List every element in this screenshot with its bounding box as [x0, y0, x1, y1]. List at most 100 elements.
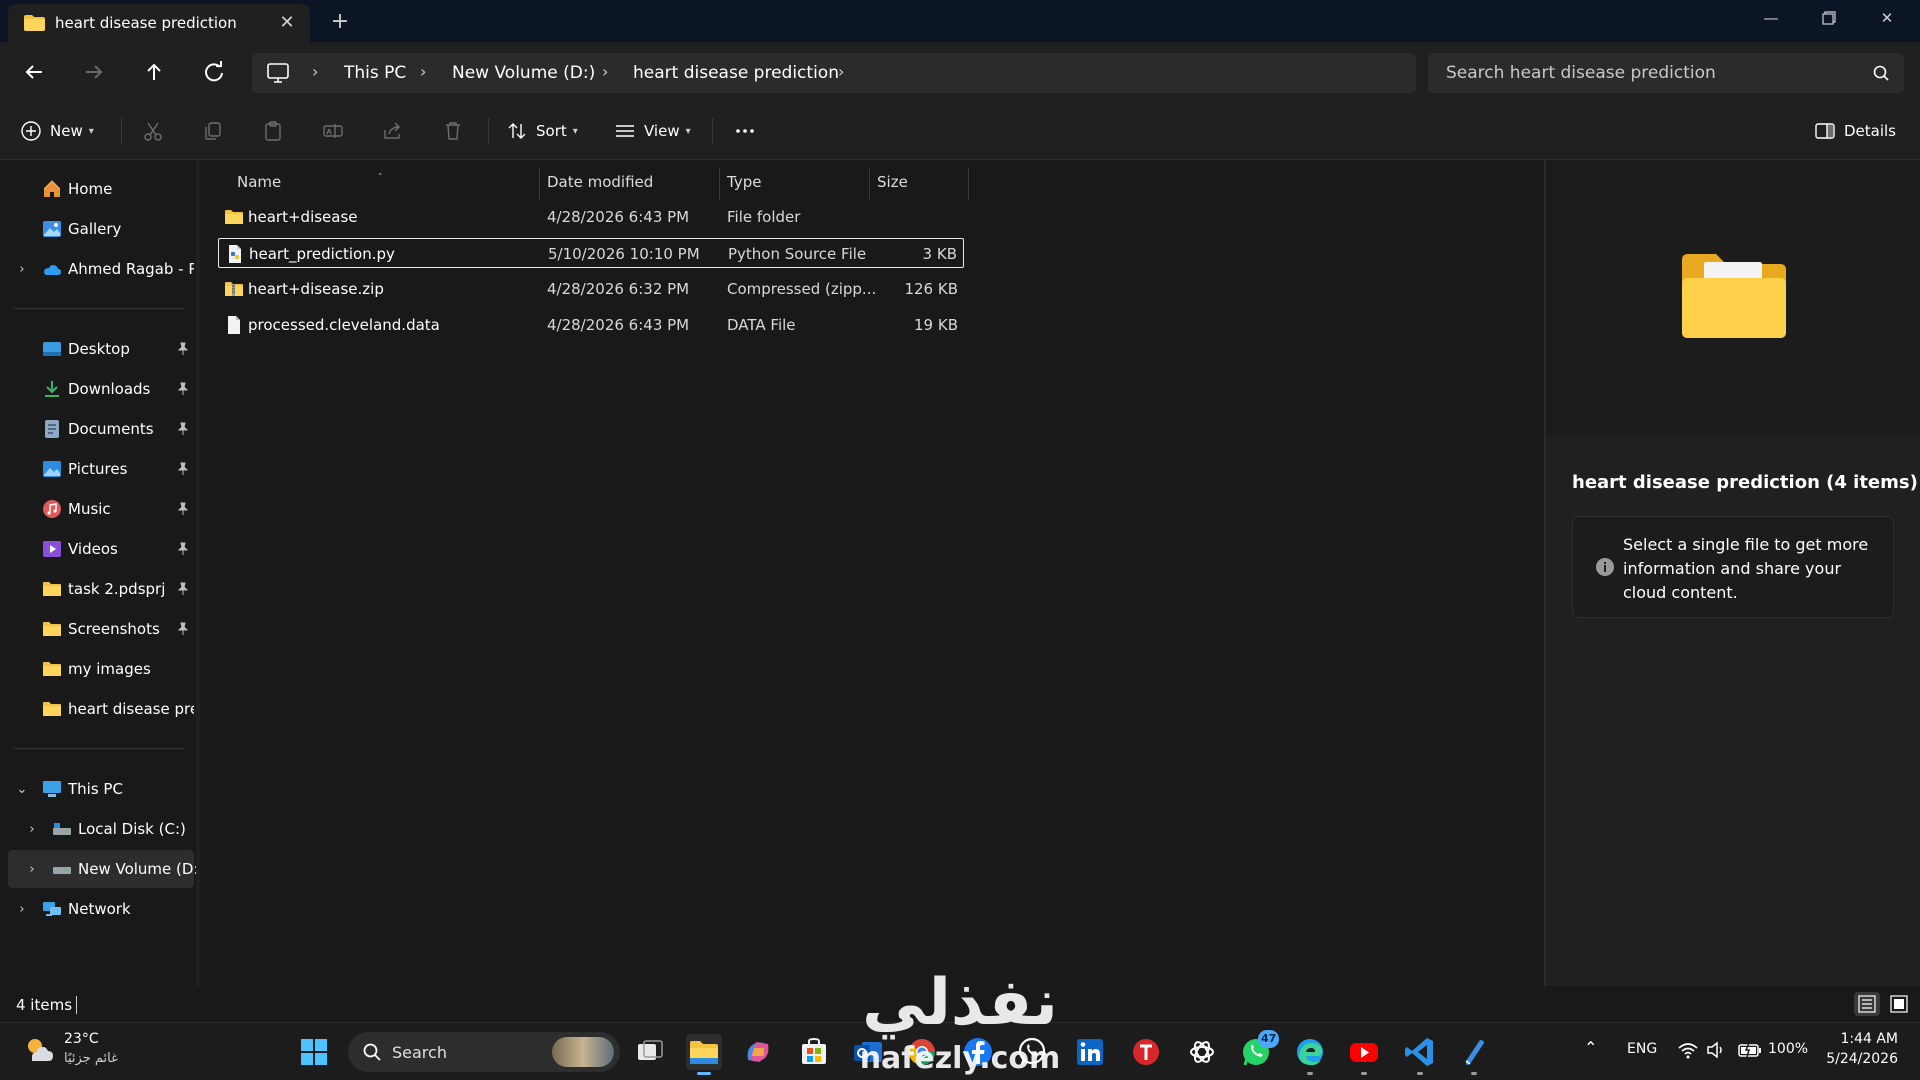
task-view-button[interactable]	[632, 1034, 668, 1070]
chevron-right-icon[interactable]: ›	[838, 62, 844, 81]
taskbar-chatgpt[interactable]	[1184, 1034, 1220, 1070]
volume-icon[interactable]	[1705, 1039, 1727, 1061]
clock-date[interactable]: 5/24/2026	[1818, 1051, 1898, 1067]
pin-icon[interactable]	[176, 622, 190, 636]
search-highlight-image[interactable]	[552, 1037, 614, 1067]
column-header-size[interactable]: Size	[877, 173, 908, 191]
file-row-heart-prediction-py[interactable]: heart_prediction.py 5/10/2026 10:10 PM P…	[218, 238, 964, 268]
column-divider[interactable]	[968, 168, 969, 200]
more-options-button[interactable]	[734, 116, 756, 146]
view-button[interactable]: View ▾	[614, 116, 691, 146]
sidebar-item-music[interactable]: Music	[0, 490, 196, 528]
details-pane-button[interactable]: Details	[1814, 116, 1896, 146]
back-button[interactable]	[18, 56, 50, 88]
details-view-button[interactable]	[1854, 992, 1880, 1016]
taskbar-search[interactable]: Search	[348, 1032, 620, 1072]
up-button[interactable]	[138, 56, 170, 88]
weather-condition[interactable]: غائم جزئيًا	[64, 1051, 118, 1066]
sidebar-item-videos[interactable]: Videos	[0, 530, 196, 568]
sidebar-item-new-volume-d[interactable]: › New Volume (D:)	[8, 850, 204, 888]
breadcrumb[interactable]: › This PC › New Volume (D:) › heart dise…	[252, 53, 1416, 93]
show-hidden-icons-button[interactable]: ⌃	[1584, 1038, 1597, 1057]
search-input[interactable]: Search heart disease prediction	[1428, 53, 1904, 93]
column-header-date-modified[interactable]: Date modified	[547, 173, 653, 191]
pin-icon[interactable]	[176, 542, 190, 556]
copy-button[interactable]	[202, 116, 224, 146]
taskbar-linkedin[interactable]	[1072, 1034, 1108, 1070]
sidebar-item-screenshots[interactable]: Screenshots	[0, 610, 196, 648]
sidebar-item-heart-disease-prediction[interactable]: heart disease prediction	[0, 690, 196, 728]
restore-button[interactable]	[1814, 6, 1844, 30]
breadcrumb-this-pc[interactable]: This PC	[344, 63, 406, 83]
pin-icon[interactable]	[176, 382, 190, 396]
delete-button[interactable]	[442, 116, 464, 146]
sidebar-item-desktop[interactable]: Desktop	[0, 330, 196, 368]
sidebar-item-pictures[interactable]: Pictures	[0, 450, 196, 488]
sidebar-item-onedrive[interactable]: › Ahmed Ragab - Personal	[0, 250, 196, 288]
large-icons-view-button[interactable]	[1886, 992, 1912, 1016]
sort-button[interactable]: Sort ▾	[506, 116, 578, 146]
column-divider[interactable]	[869, 168, 870, 200]
close-tab-button[interactable]: ✕	[276, 12, 298, 34]
column-header-type[interactable]: Type	[727, 173, 761, 191]
language-indicator[interactable]: ENG	[1627, 1041, 1657, 1057]
sidebar-item-local-disk-c[interactable]: › Local Disk (C:)	[0, 810, 196, 848]
sidebar-item-my-images[interactable]: my images	[0, 650, 196, 688]
battery-icon[interactable]	[1737, 1039, 1763, 1061]
taskbar-file-explorer[interactable]	[686, 1034, 722, 1075]
tab-heart-disease-prediction[interactable]: heart disease prediction ✕	[8, 4, 310, 42]
start-button[interactable]	[296, 1034, 332, 1070]
chevron-right-icon[interactable]: ›	[15, 902, 29, 917]
forward-button[interactable]	[78, 56, 110, 88]
taskbar-edge[interactable]	[1292, 1034, 1328, 1075]
refresh-button[interactable]	[198, 56, 230, 88]
clock-time[interactable]: 1:44 AM	[1838, 1031, 1898, 1047]
share-button[interactable]	[382, 116, 404, 146]
chevron-right-icon[interactable]: ›	[25, 862, 39, 877]
taskbar-pen-app[interactable]	[1456, 1034, 1492, 1075]
pin-icon[interactable]	[176, 582, 190, 596]
chevron-right-icon[interactable]: ›	[312, 62, 318, 81]
new-button[interactable]: New ▾	[20, 116, 94, 146]
sidebar-item-downloads[interactable]: Downloads	[0, 370, 196, 408]
sidebar-item-gallery[interactable]: Gallery	[0, 210, 196, 248]
column-divider[interactable]	[539, 168, 540, 200]
taskbar-copilot-m365[interactable]	[740, 1034, 776, 1070]
paste-button[interactable]	[262, 116, 284, 146]
sidebar-item-network[interactable]: › Network	[0, 890, 196, 928]
chevron-right-icon[interactable]: ›	[25, 822, 39, 837]
partly-cloudy-icon[interactable]	[22, 1033, 56, 1067]
chevron-right-icon[interactable]: ›	[420, 62, 426, 81]
taskbar-whatsapp[interactable]: 47	[1238, 1030, 1280, 1070]
file-row-heart-disease-zip[interactable]: heart+disease.zip 4/28/2026 6:32 PM Comp…	[218, 274, 964, 304]
sidebar-item-task-2[interactable]: task 2.pdsprj	[0, 570, 196, 608]
rename-button[interactable]	[322, 116, 344, 146]
chevron-right-icon[interactable]: ›	[602, 62, 608, 81]
wifi-icon[interactable]	[1677, 1039, 1699, 1061]
close-window-button[interactable]: ✕	[1872, 6, 1902, 30]
pin-icon[interactable]	[176, 422, 190, 436]
column-divider[interactable]	[719, 168, 720, 200]
column-header-name[interactable]: Name	[237, 173, 281, 191]
taskbar-whatsapp-web[interactable]	[1014, 1034, 1050, 1070]
taskbar-outlook[interactable]	[850, 1034, 886, 1070]
taskbar-t-app[interactable]	[1128, 1034, 1164, 1070]
chevron-down-icon[interactable]: ⌄	[15, 782, 29, 797]
cut-button[interactable]	[142, 116, 164, 146]
taskbar-youtube[interactable]	[1346, 1034, 1382, 1075]
file-row-heart-disease-folder[interactable]: heart+disease 4/28/2026 6:43 PM File fol…	[218, 202, 964, 232]
pin-icon[interactable]	[176, 462, 190, 476]
sidebar-item-documents[interactable]: Documents	[0, 410, 196, 448]
taskbar-microsoft-store[interactable]	[796, 1034, 832, 1070]
breadcrumb-current-folder[interactable]: heart disease prediction	[633, 63, 839, 83]
sidebar-item-this-pc[interactable]: ⌄ This PC	[0, 770, 196, 808]
file-row-processed-cleveland-data[interactable]: processed.cleveland.data 4/28/2026 6:43 …	[218, 310, 964, 340]
file-list[interactable]: Name ˄ Date modified Type Size heart+dis…	[200, 160, 1544, 986]
battery-percentage[interactable]: 100%	[1768, 1041, 1808, 1057]
weather-temperature[interactable]: 23°C	[64, 1031, 99, 1047]
new-tab-button[interactable]: +	[328, 10, 352, 34]
breadcrumb-new-volume[interactable]: New Volume (D:)	[452, 63, 595, 83]
taskbar-chrome[interactable]	[904, 1034, 940, 1070]
chevron-right-icon[interactable]: ›	[15, 262, 29, 277]
sidebar-item-home[interactable]: Home	[0, 170, 196, 208]
